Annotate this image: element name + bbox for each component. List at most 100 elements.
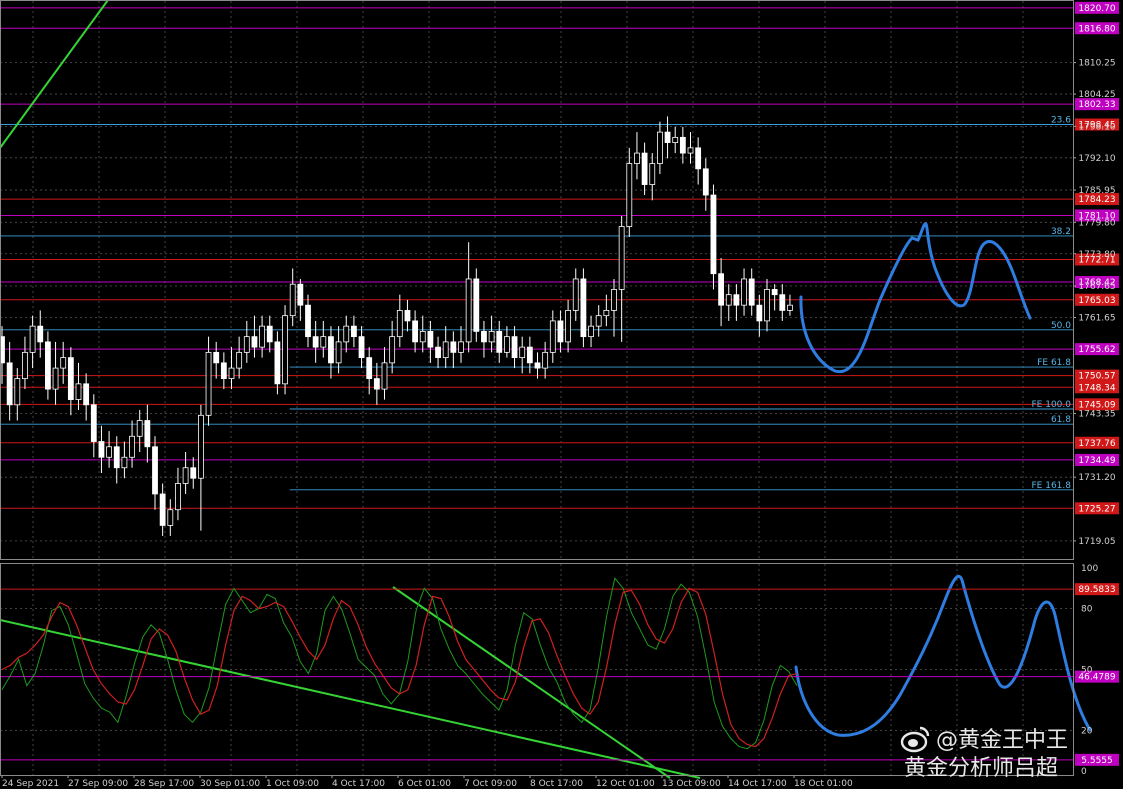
time-tick-label: 7 Oct 09:00: [464, 779, 517, 789]
price-tick-label: 1719.05: [1078, 537, 1115, 547]
candle-body: [37, 325, 44, 343]
level-label: 1750.57: [1078, 372, 1115, 382]
candle-body: [664, 131, 671, 143]
candle-body: [733, 294, 740, 306]
candle-body: [113, 446, 120, 469]
candle-body: [6, 362, 13, 406]
candle-body: [572, 278, 579, 311]
candle-body: [458, 341, 464, 353]
level-label: 1784.23: [1078, 195, 1115, 205]
candle-body: [136, 420, 143, 437]
candle-body: [542, 351, 549, 369]
price-tick-label: 1743.35: [1078, 409, 1115, 419]
candle-body: [396, 310, 403, 338]
time-tick-label: 28 Sep 17:00: [134, 779, 194, 789]
candle-body: [611, 289, 617, 311]
candle-body: [83, 383, 90, 406]
fib-label: FE 100.0: [1032, 400, 1072, 410]
level-label: 1816.80: [1078, 24, 1115, 34]
candle-body: [213, 351, 220, 364]
time-tick-label: 24 Sep 2021: [2, 779, 59, 789]
candle-body: [756, 304, 763, 322]
candle-body: [435, 346, 441, 359]
candle-body: [205, 351, 212, 416]
candle-body: [144, 420, 151, 448]
candle-body: [526, 346, 533, 364]
level-label: 1820.70: [1078, 4, 1115, 14]
level-label: 1765.03: [1078, 296, 1115, 306]
time-tick-label: 30 Sep 01:00: [200, 779, 260, 789]
level-label: 1734.49: [1078, 456, 1115, 466]
candle-body: [197, 414, 204, 479]
candle-body: [274, 341, 281, 385]
level-label: 1748.34: [1078, 383, 1115, 393]
candle-body: [565, 310, 571, 343]
candle-body: [358, 336, 365, 359]
level-label: 1755.62: [1078, 345, 1115, 355]
stoch-tick-label: 80: [1081, 605, 1093, 615]
time-tick-label: 4 Oct 17:00: [332, 779, 385, 789]
candle-body: [634, 152, 640, 164]
time-tick-label: 12 Oct 01:00: [596, 779, 655, 789]
candle-body: [496, 330, 503, 353]
candle-body: [328, 336, 334, 364]
time-tick-label: 8 Oct 17:00: [530, 779, 583, 789]
level-label: 1725.27: [1078, 504, 1115, 514]
fib-label: 50.0: [1051, 321, 1071, 331]
candle-body: [52, 367, 59, 390]
candle-body: [22, 351, 28, 379]
candle-body: [779, 294, 786, 311]
fib-label: FE 161.8: [1032, 481, 1072, 491]
candle-body: [626, 163, 633, 227]
price-tick-label: 1792.10: [1078, 154, 1115, 164]
candle-body: [381, 362, 388, 390]
price-tick-label: 1785.95: [1078, 186, 1115, 196]
candle-body: [511, 336, 518, 359]
candle-body: [465, 278, 472, 343]
candle-body: [481, 330, 487, 343]
candle-body: [657, 131, 663, 164]
candle-body: [251, 336, 258, 348]
candle-body: [29, 325, 36, 353]
time-tick-label: 1 Oct 09:00: [266, 779, 319, 789]
fib-label: FE 61.8: [1037, 358, 1071, 368]
candle-body: [75, 383, 82, 400]
candle-body: [718, 273, 724, 306]
candle-body: [427, 330, 434, 348]
candle-body: [618, 226, 625, 290]
candle-body: [121, 456, 128, 469]
candle-body: [748, 278, 755, 306]
watermark-author: 黄金分析师吕超: [904, 756, 1059, 781]
price-tick-label: 1767.65: [1078, 282, 1115, 292]
candle-body: [419, 330, 426, 343]
candle-body: [182, 467, 189, 484]
candle-body: [787, 304, 793, 311]
time-tick-label: 18 Oct 01:00: [794, 779, 853, 789]
candle-body: [588, 325, 594, 338]
candle-body: [488, 330, 495, 343]
fib-label: 61.8: [1051, 415, 1071, 425]
candle-body: [771, 289, 778, 296]
candle-body: [289, 283, 296, 317]
candle-body: [305, 304, 311, 338]
candle-body: [106, 446, 112, 458]
candle-body: [549, 320, 556, 353]
candle-body: [98, 441, 105, 458]
candle-body: [672, 136, 679, 143]
fib-label: 38.2: [1051, 227, 1071, 237]
candle-body: [335, 341, 342, 364]
candle-body: [764, 289, 770, 322]
candle-body: [159, 493, 166, 526]
candle-body: [175, 483, 181, 511]
price-tick-label: 1773.80: [1078, 250, 1115, 260]
price-tick-label: 1761.65: [1078, 313, 1115, 323]
price-tick-label: 1804.25: [1078, 90, 1115, 100]
candle-body: [129, 435, 135, 458]
stoch-tick-label: 50: [1081, 666, 1093, 676]
candle-body: [243, 336, 250, 353]
candle-body: [450, 341, 457, 353]
level-label: 1737.76: [1078, 439, 1115, 449]
candle-body: [641, 152, 648, 185]
time-tick-label: 13 Oct 09:00: [662, 779, 721, 789]
weibo-watermark: @黄金王中王 黄金分析师吕超: [900, 722, 1123, 782]
